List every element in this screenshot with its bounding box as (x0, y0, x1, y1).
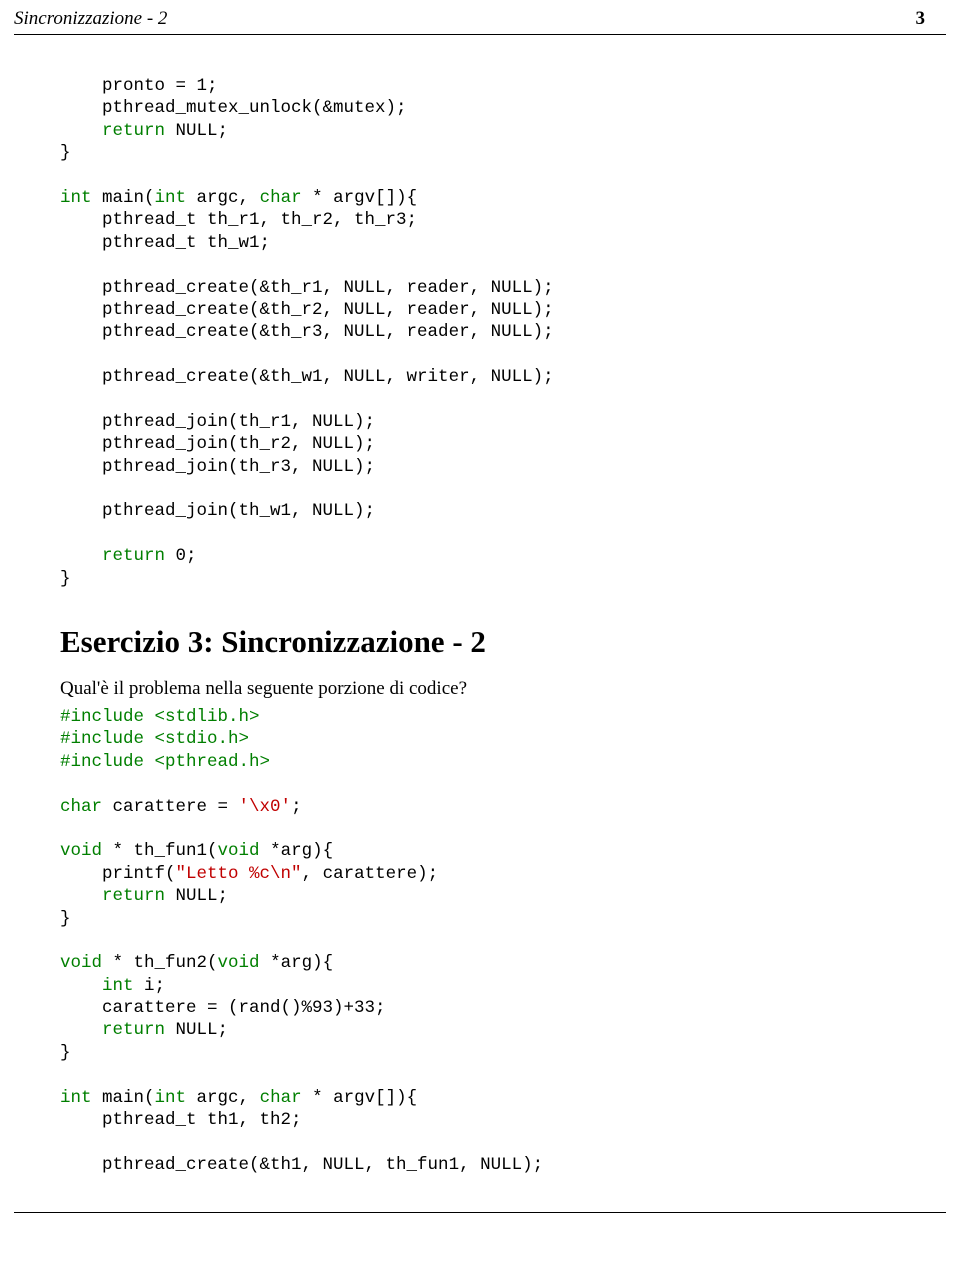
code-keyword: return (60, 1020, 165, 1040)
content: pronto = 1; pthread_mutex_unlock(&mutex)… (0, 75, 960, 1176)
code-keyword: void (60, 953, 102, 973)
code-keyword: return (60, 546, 165, 566)
code-keyword: int (60, 188, 92, 208)
code-line: carattere = (rand()%93)+33; (60, 998, 386, 1018)
page-header: Sincronizzazione - 2 3 (0, 0, 960, 34)
code-keyword: void (218, 841, 260, 861)
code-keyword: int (60, 1088, 92, 1108)
code-keyword: int (155, 188, 187, 208)
code-text: , carattere); (302, 864, 439, 884)
code-block-1: pronto = 1; pthread_mutex_unlock(&mutex)… (60, 75, 900, 590)
code-text: 0; (165, 546, 197, 566)
code-line: } (60, 1043, 71, 1063)
code-text: ; (291, 797, 302, 817)
code-preproc: #include <stdlib.h> (60, 707, 260, 727)
code-block-2: #include <stdlib.h> #include <stdio.h> #… (60, 706, 900, 1176)
code-line: pthread_t th_r1, th_r2, th_r3; (60, 210, 417, 230)
code-string: '\x0' (239, 797, 292, 817)
code-line: pthread_join(th_r1, NULL); (60, 412, 375, 432)
code-text: *arg){ (260, 841, 334, 861)
exercise-question: Qual'è il problema nella seguente porzio… (60, 678, 900, 700)
code-text: carattere = (102, 797, 239, 817)
header-title: Sincronizzazione - 2 (14, 8, 167, 30)
code-text: * argv[]){ (302, 188, 418, 208)
code-keyword: void (60, 841, 102, 861)
code-preproc: #include <stdio.h> (60, 729, 249, 749)
code-line: pthread_join(th_r3, NULL); (60, 457, 375, 477)
code-text: * th_fun2( (102, 953, 218, 973)
header-page-number: 3 (916, 8, 926, 30)
code-text: NULL; (165, 886, 228, 906)
code-line: pthread_join(th_w1, NULL); (60, 501, 375, 521)
code-keyword: char (60, 797, 102, 817)
code-line: pthread_t th_w1; (60, 233, 270, 253)
code-preproc: #include <pthread.h> (60, 752, 270, 772)
code-text: NULL; (165, 1020, 228, 1040)
code-line: } (60, 569, 71, 589)
code-keyword: int (155, 1088, 187, 1108)
footer-rule (14, 1212, 946, 1213)
code-line: pthread_join(th_r2, NULL); (60, 434, 375, 454)
code-text: *arg){ (260, 953, 334, 973)
code-text: main( (92, 188, 155, 208)
exercise-heading: Esercizio 3: Sincronizzazione - 2 (60, 624, 900, 660)
code-keyword: return (60, 886, 165, 906)
code-text: argc, (186, 1088, 260, 1108)
code-text: * argv[]){ (302, 1088, 418, 1108)
code-keyword: void (218, 953, 260, 973)
code-string: "Letto %c\n" (176, 864, 302, 884)
header-rule (14, 34, 946, 35)
code-line: pthread_t th1, th2; (60, 1110, 302, 1130)
code-line: pthread_create(&th_r3, NULL, reader, NUL… (60, 322, 554, 342)
page: Sincronizzazione - 2 3 pronto = 1; pthre… (0, 0, 960, 1213)
code-line: pthread_create(&th_r1, NULL, reader, NUL… (60, 278, 554, 298)
code-keyword: return (60, 121, 165, 141)
code-line: } (60, 909, 71, 929)
code-text: NULL; (165, 121, 228, 141)
code-keyword: char (260, 1088, 302, 1108)
code-text: main( (92, 1088, 155, 1108)
code-text: i; (134, 976, 166, 996)
code-line: pthread_create(&th_w1, NULL, writer, NUL… (60, 367, 554, 387)
code-line: pthread_create(&th1, NULL, th_fun1, NULL… (60, 1155, 543, 1175)
code-line: pronto = 1; (60, 76, 218, 96)
code-line: pthread_create(&th_r2, NULL, reader, NUL… (60, 300, 554, 320)
code-line: pthread_mutex_unlock(&mutex); (60, 98, 407, 118)
code-text: printf( (60, 864, 176, 884)
code-keyword: int (60, 976, 134, 996)
code-text: * th_fun1( (102, 841, 218, 861)
code-text: argc, (186, 188, 260, 208)
code-keyword: char (260, 188, 302, 208)
code-line: } (60, 143, 71, 163)
